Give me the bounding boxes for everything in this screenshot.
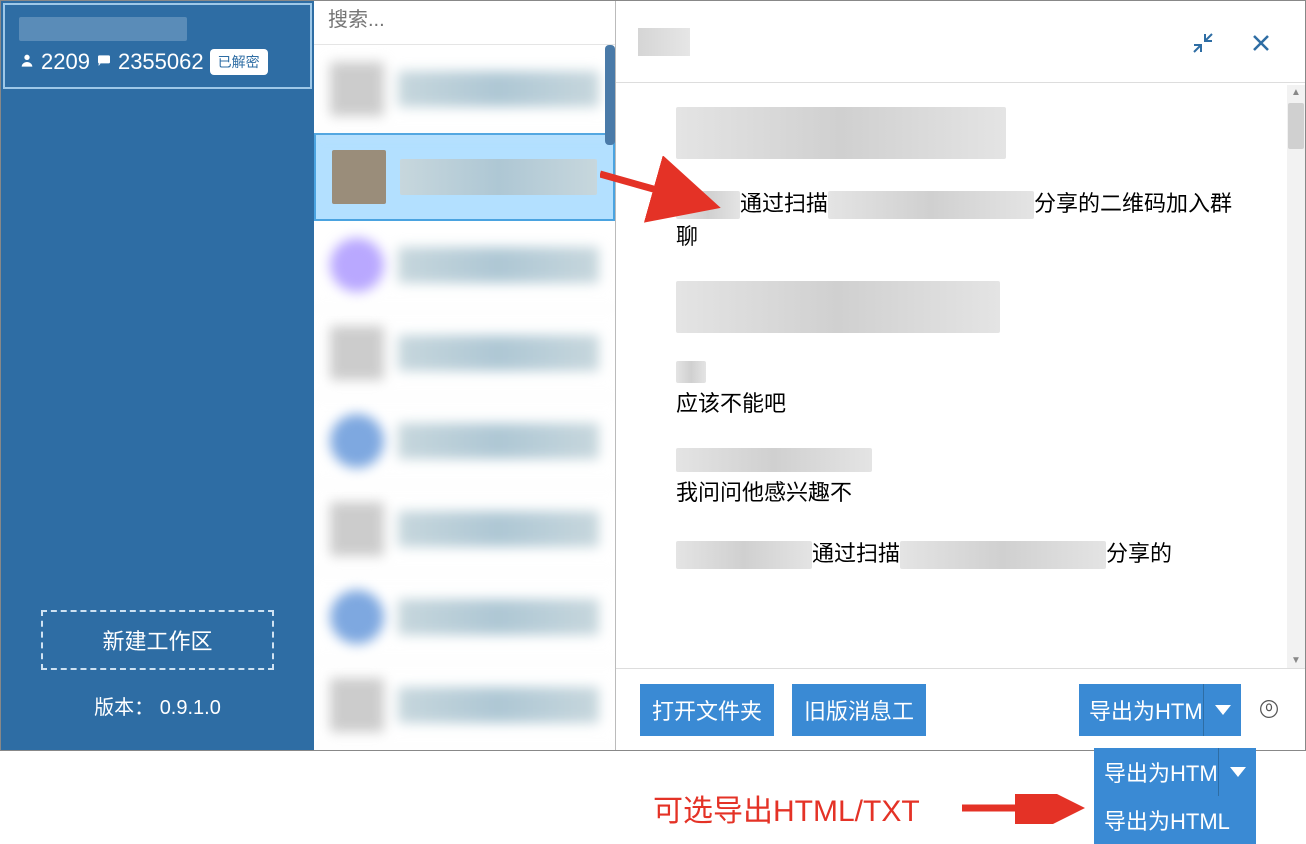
- version-label: 版本： 0.9.1.0: [1, 691, 314, 720]
- message-icon: [96, 52, 112, 73]
- export-dropdown-open: 导出为HTM 导出为HTML: [1094, 748, 1256, 844]
- annotation-arrow: [962, 794, 1092, 824]
- minimize-icon[interactable]: [1189, 29, 1217, 57]
- search-bar: [314, 1, 615, 45]
- scrollbar-thumb[interactable]: [1288, 103, 1304, 149]
- chat-body[interactable]: 通过扫描分享的二维码加入群聊 应该不能吧 我问问他感兴趣不 通过扫描分享的: [616, 83, 1305, 668]
- chat-message: [676, 107, 1245, 159]
- export-dropdown-toggle-open[interactable]: [1218, 748, 1256, 796]
- workspace-stats: 2209 2355062 已解密: [19, 49, 296, 75]
- workspace-title-placeholder: [19, 17, 187, 41]
- workspace-card[interactable]: 2209 2355062 已解密: [3, 3, 312, 89]
- export-dropdown-main[interactable]: 导出为HTM: [1094, 748, 1218, 796]
- person-icon: [19, 52, 35, 73]
- chevron-down-icon: [1215, 705, 1231, 715]
- chat-panel: 通过扫描分享的二维码加入群聊 应该不能吧 我问问他感兴趣不 通过扫描分享的 ▲ …: [616, 1, 1305, 750]
- chat-title-placeholder: [638, 28, 690, 56]
- conversation-item[interactable]: [314, 661, 615, 749]
- conversation-item[interactable]: [314, 397, 615, 485]
- conversation-item[interactable]: [314, 573, 615, 661]
- scroll-up-icon[interactable]: ▲: [1291, 87, 1301, 98]
- chat-message: 通过扫描分享的二维码加入群聊: [676, 187, 1245, 253]
- message-count: 2355062: [118, 49, 204, 75]
- annotation-text: 可选导出HTML/TXT: [653, 786, 920, 830]
- decrypt-status-pill: 已解密: [210, 49, 268, 75]
- chat-header: [616, 1, 1305, 83]
- close-icon[interactable]: [1247, 29, 1275, 57]
- old-messages-button[interactable]: 旧版消息工: [792, 684, 926, 736]
- conversation-item[interactable]: [314, 45, 615, 133]
- export-html-button[interactable]: 导出为HTM: [1079, 684, 1203, 736]
- app-window: 2209 2355062 已解密 新建工作区 版本： 0.9.1.0: [0, 0, 1306, 751]
- export-dropdown-item-html[interactable]: 导出为HTML: [1094, 796, 1256, 844]
- conversation-list-body[interactable]: [314, 45, 615, 750]
- conversation-item[interactable]: [314, 485, 615, 573]
- conversation-item[interactable]: [314, 309, 615, 397]
- convo-scrollbar[interactable]: [605, 45, 615, 145]
- open-folder-button[interactable]: 打开文件夹: [640, 684, 774, 736]
- chat-scrollbar[interactable]: ▲ ▼: [1287, 85, 1305, 668]
- people-count: 2209: [41, 49, 90, 75]
- conversation-item-selected[interactable]: [314, 133, 615, 221]
- chat-message: 应该不能吧: [676, 361, 1245, 420]
- chat-message: [676, 281, 1245, 333]
- chat-message: 通过扫描分享的: [676, 537, 1245, 570]
- scroll-down-icon[interactable]: ▼: [1291, 655, 1301, 666]
- search-input[interactable]: [328, 9, 601, 32]
- export-split-button: 导出为HTM: [1079, 684, 1241, 736]
- chevron-down-icon: [1230, 767, 1246, 777]
- sidebar: 2209 2355062 已解密 新建工作区 版本： 0.9.1.0: [1, 1, 314, 750]
- chat-footer: 打开文件夹 旧版消息工 导出为HTM: [616, 668, 1305, 750]
- conversation-list: [314, 1, 616, 750]
- chat-message: 我问问他感兴趣不: [676, 448, 1245, 509]
- export-dropdown-toggle[interactable]: [1203, 684, 1241, 736]
- rocket-icon[interactable]: [1259, 699, 1281, 721]
- new-workspace-button[interactable]: 新建工作区: [41, 610, 274, 670]
- conversation-item[interactable]: [314, 221, 615, 309]
